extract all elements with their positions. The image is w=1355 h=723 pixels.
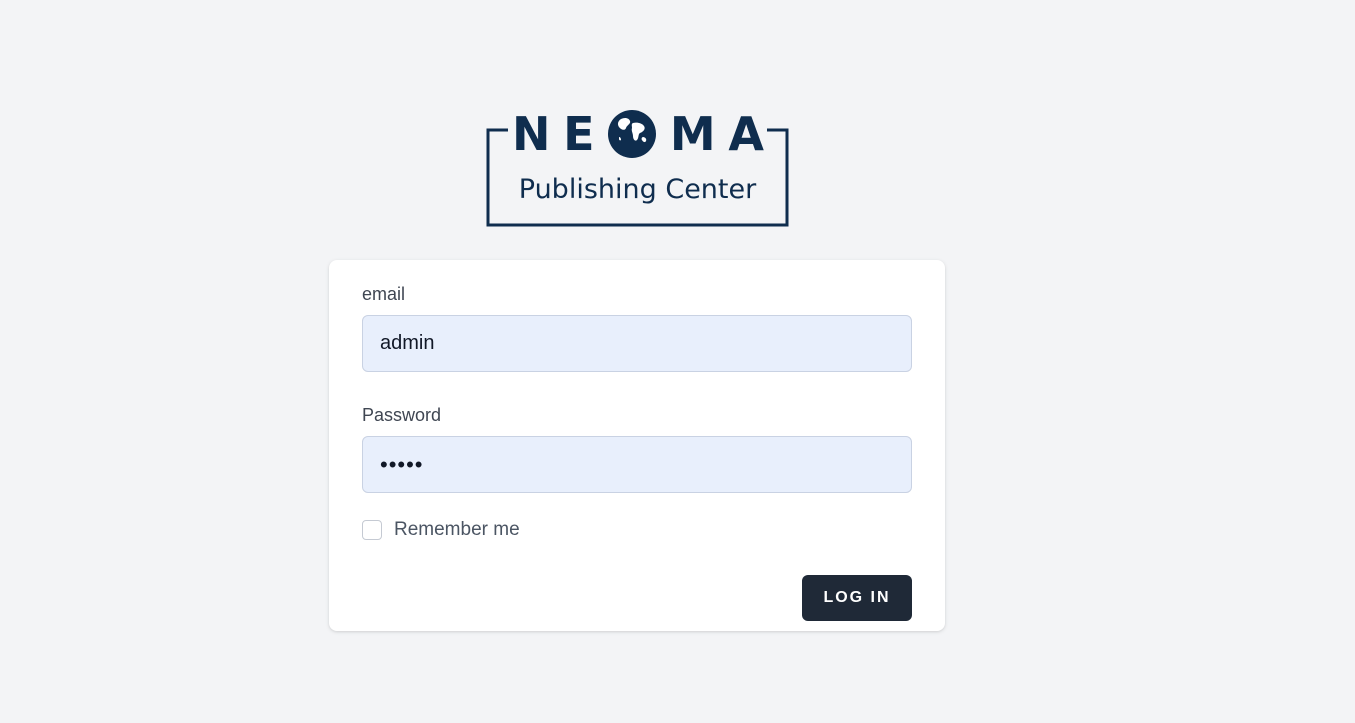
login-button[interactable]: LOG IN	[802, 575, 912, 621]
login-page: N E M A Publishing Center email Password	[0, 0, 1355, 723]
logo-letter-n: N	[512, 107, 551, 161]
password-input[interactable]	[362, 436, 912, 493]
remember-me-label[interactable]: Remember me	[394, 519, 520, 541]
logo-wordmark: N E M A	[512, 108, 764, 160]
email-input[interactable]	[362, 315, 912, 372]
password-label: Password	[362, 405, 442, 425]
logo-letter-a: A	[728, 107, 764, 161]
login-card: email Password Remember me LOG IN	[329, 260, 945, 631]
remember-me-row: Remember me	[362, 518, 912, 542]
neoma-logo: N E M A Publishing Center	[486, 108, 789, 228]
password-field-group: Password	[362, 403, 912, 493]
email-field-group: email	[362, 282, 912, 372]
email-label: email	[362, 284, 406, 304]
logo-letter-e: E	[563, 107, 595, 161]
logo-subtitle: Publishing Center	[518, 174, 757, 205]
form-actions: LOG IN	[362, 575, 912, 621]
remember-me-checkbox[interactable]	[362, 520, 382, 540]
globe-icon	[607, 109, 657, 159]
logo-letter-m: M	[669, 107, 716, 161]
